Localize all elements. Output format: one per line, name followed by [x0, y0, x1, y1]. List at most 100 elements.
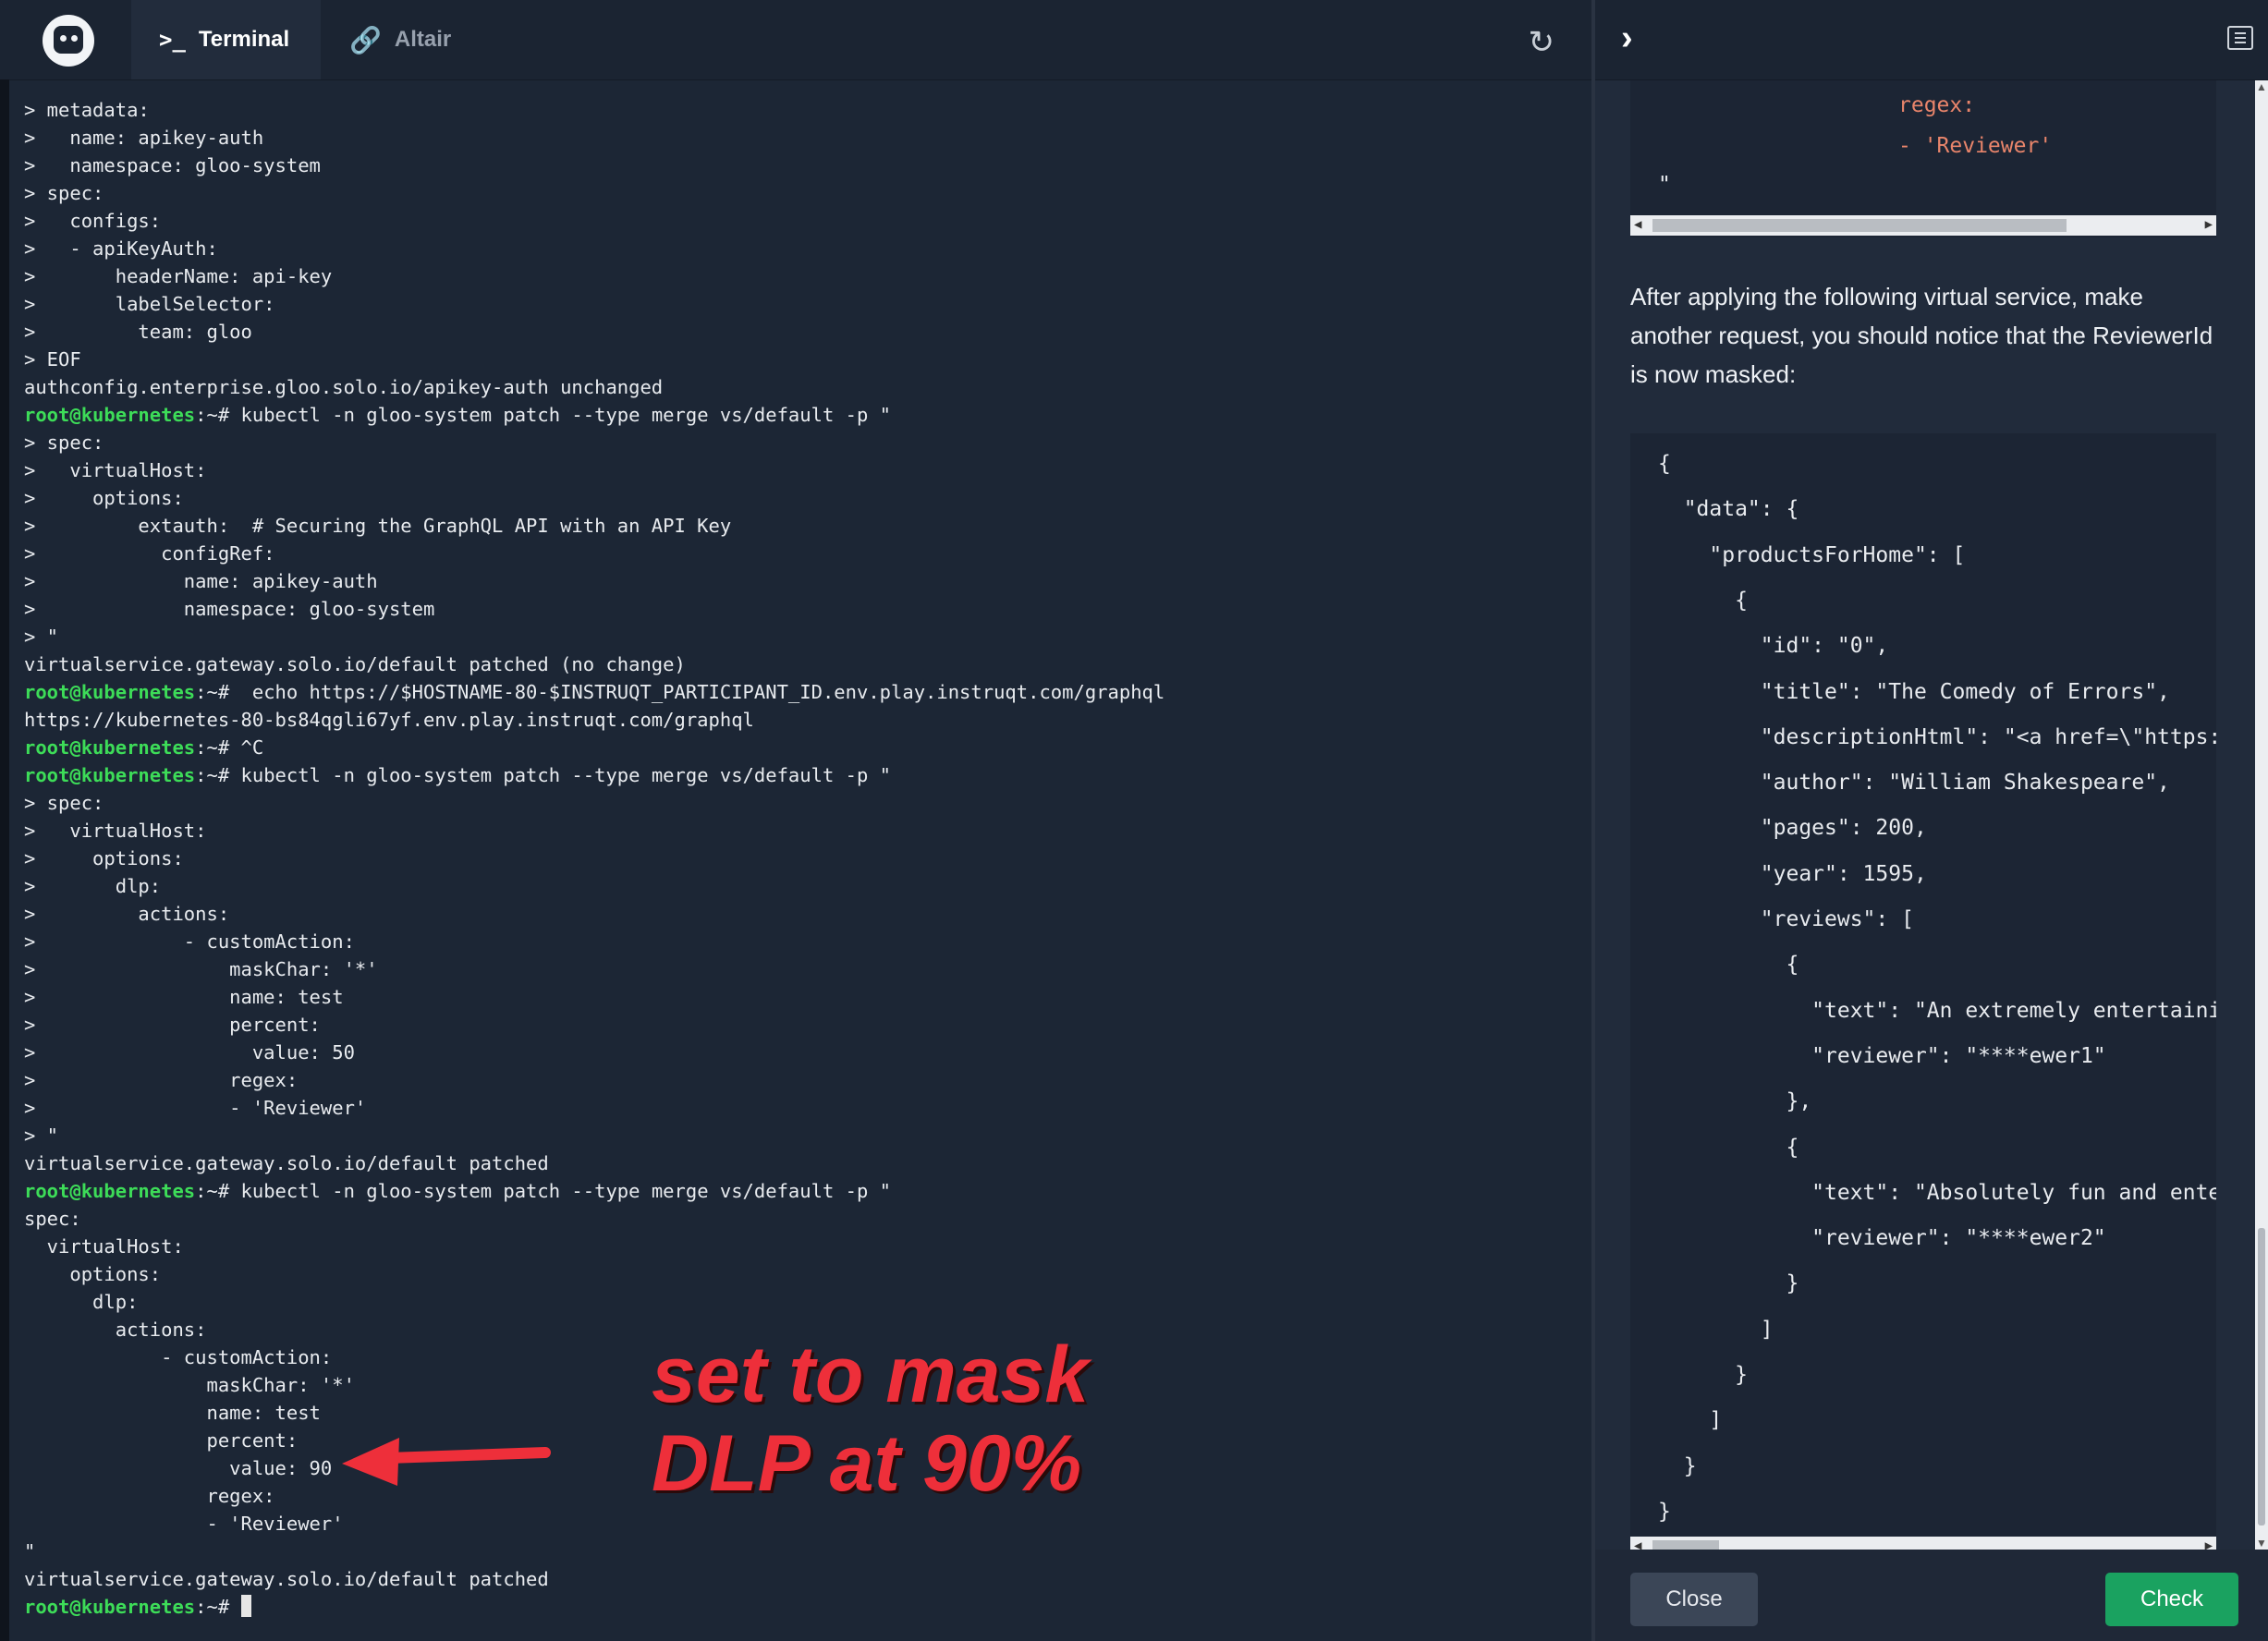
terminal-text: " [24, 1540, 36, 1562]
terminal-text: :~# ^C [195, 736, 264, 759]
terminal-text: > namespace: gloo-system [24, 598, 435, 620]
terminal-line: " [24, 1538, 1577, 1565]
horizontal-scrollbar[interactable]: ◀ ▶ [1630, 215, 2216, 236]
terminal-text: > metadata: [24, 99, 150, 121]
scroll-left-icon[interactable]: ◀ [1634, 1538, 1641, 1550]
terminal-line: > team: gloo [24, 318, 1577, 346]
terminal-text: :~# echo https://$HOSTNAME-80-$INSTRUQT_… [195, 681, 1165, 703]
json-line: "year": 1595, [1658, 861, 1927, 886]
terminal-pane: >_ Terminal 🔗 Altair ↻ > metadata: > name… [0, 0, 1591, 1641]
terminal-text: spec: [24, 1208, 81, 1230]
panel-footer: Close Check [1595, 1550, 2268, 1641]
terminal-text: > " [24, 626, 59, 648]
terminal-line: virtualHost: [24, 1233, 1577, 1260]
prompt-user: root@kubernetes [24, 1596, 196, 1618]
terminal-text: > virtualHost: [24, 459, 207, 481]
scroll-right-icon[interactable]: ▶ [2205, 1538, 2213, 1550]
annotation: set to mask DLP at 90% [652, 1331, 1132, 1508]
terminal-text: > options: [24, 847, 184, 869]
terminal-text: > " [24, 1124, 59, 1147]
check-button[interactable]: Check [2105, 1573, 2238, 1626]
terminal-line: dlp: [24, 1288, 1577, 1316]
notes-icon[interactable] [2227, 26, 2253, 50]
scroll-right-icon[interactable]: ▶ [2205, 217, 2213, 232]
terminal-line: virtualservice.gateway.solo.io/default p… [24, 650, 1577, 678]
json-line: } [1658, 1499, 1671, 1524]
terminal-line: root@kubernetes:~# [24, 1593, 1577, 1621]
code-line: " [1658, 173, 1671, 197]
terminal-text: > EOF [24, 348, 81, 371]
tab-altair[interactable]: 🔗 Altair [349, 0, 451, 79]
terminal-line: root@kubernetes:~# kubectl -n gloo-syste… [24, 761, 1577, 789]
terminal-line: > extauth: # Securing the GraphQL API wi… [24, 512, 1577, 540]
terminal-text: > dlp: [24, 875, 162, 897]
vertical-scrollbar[interactable]: ▲ ▼ [2255, 80, 2268, 1550]
tab-terminal[interactable]: >_ Terminal [131, 0, 321, 79]
terminal-text: virtualHost: [24, 1235, 184, 1258]
json-line: "descriptionHtml": "<a href=\"https: [1658, 724, 2216, 749]
terminal-text: > headerName: api-key [24, 265, 333, 287]
terminal-line: > maskChar: '*' [24, 955, 1577, 983]
terminal-line: virtualservice.gateway.solo.io/default p… [24, 1565, 1577, 1593]
prompt-user: root@kubernetes [24, 764, 196, 786]
close-button[interactable]: Close [1630, 1573, 1758, 1626]
tab-bar: >_ Terminal 🔗 Altair ↻ [0, 0, 1591, 80]
terminal-text: dlp: [24, 1291, 139, 1313]
terminal-text: > labelSelector: [24, 293, 275, 315]
terminal-line: > headerName: api-key [24, 262, 1577, 290]
json-line: "reviewer": "****ewer2" [1658, 1226, 2106, 1251]
terminal-text: > virtualHost: [24, 820, 207, 842]
terminal-text: > spec: [24, 792, 104, 814]
terminal-line: > " [24, 1122, 1577, 1149]
terminal-text: > options: [24, 487, 184, 509]
json-line: } [1658, 1363, 1748, 1387]
terminal-text: regex: [24, 1485, 275, 1507]
chevron-right-icon[interactable]: › [1621, 18, 1633, 58]
terminal-line: > spec: [24, 179, 1577, 207]
terminal-line: - 'Reviewer' [24, 1510, 1577, 1538]
prompt-user: root@kubernetes [24, 1180, 196, 1202]
terminal-text: > actions: [24, 903, 230, 925]
refresh-icon[interactable]: ↻ [1529, 24, 1555, 61]
terminal-line: root@kubernetes:~# kubectl -n gloo-syste… [24, 1177, 1577, 1205]
terminal-text: > team: gloo [24, 321, 252, 343]
terminal-line: > virtualHost: [24, 817, 1577, 845]
terminal-text: :~# kubectl -n gloo-system patch --type … [195, 404, 892, 426]
horizontal-scrollbar[interactable]: ◀ ▶ [1630, 1537, 2216, 1550]
code-line: regex: [1898, 93, 1976, 117]
terminal-line: https://kubernetes-80-bs84qgli67yf.env.p… [24, 706, 1577, 734]
terminal-text: > name: apikey-auth [24, 570, 378, 592]
panel-content: regex: - 'Reviewer' " ◀ ▶ After applying… [1595, 80, 2268, 1550]
terminal-text: value: 90 [24, 1457, 333, 1479]
json-line: }, [1658, 1089, 1812, 1114]
terminal-line: > name: apikey-auth [24, 567, 1577, 595]
json-line: { [1658, 588, 1748, 613]
terminal-text: > namespace: gloo-system [24, 154, 321, 176]
json-line: { [1658, 953, 1799, 978]
scroll-left-icon[interactable]: ◀ [1634, 217, 1641, 232]
json-line: "data": { [1658, 497, 1799, 522]
json-line: } [1658, 1453, 1697, 1478]
terminal-line: options: [24, 1260, 1577, 1288]
terminal-text: - customAction: [24, 1346, 333, 1368]
json-line: "title": "The Comedy of Errors", [1658, 679, 2170, 704]
terminal-text: https://kubernetes-80-bs84qgli67yf.env.p… [24, 709, 754, 731]
terminal-line: > regex: [24, 1066, 1577, 1094]
terminal-line: spec: [24, 1205, 1577, 1233]
scroll-up-icon[interactable]: ▲ [2256, 80, 2267, 93]
terminal-line: > options: [24, 845, 1577, 872]
terminal-text: virtualservice.gateway.solo.io/default p… [24, 1152, 549, 1174]
prompt-user: root@kubernetes [24, 736, 196, 759]
terminal-text: virtualservice.gateway.solo.io/default p… [24, 653, 686, 675]
json-line: { [1658, 452, 1671, 476]
app-logo-icon [43, 15, 94, 67]
terminal-text: > regex: [24, 1069, 299, 1091]
terminal-line: > spec: [24, 429, 1577, 456]
json-line: ] [1658, 1408, 1723, 1433]
annotation-arrow-icon [342, 1438, 551, 1486]
terminal-line: virtualservice.gateway.solo.io/default p… [24, 1149, 1577, 1177]
left-edge [0, 79, 9, 1641]
terminal-line: root@kubernetes:~# ^C [24, 734, 1577, 761]
scroll-down-icon[interactable]: ▼ [2256, 1537, 2267, 1550]
terminal-line: root@kubernetes:~# echo https://$HOSTNAM… [24, 678, 1577, 706]
